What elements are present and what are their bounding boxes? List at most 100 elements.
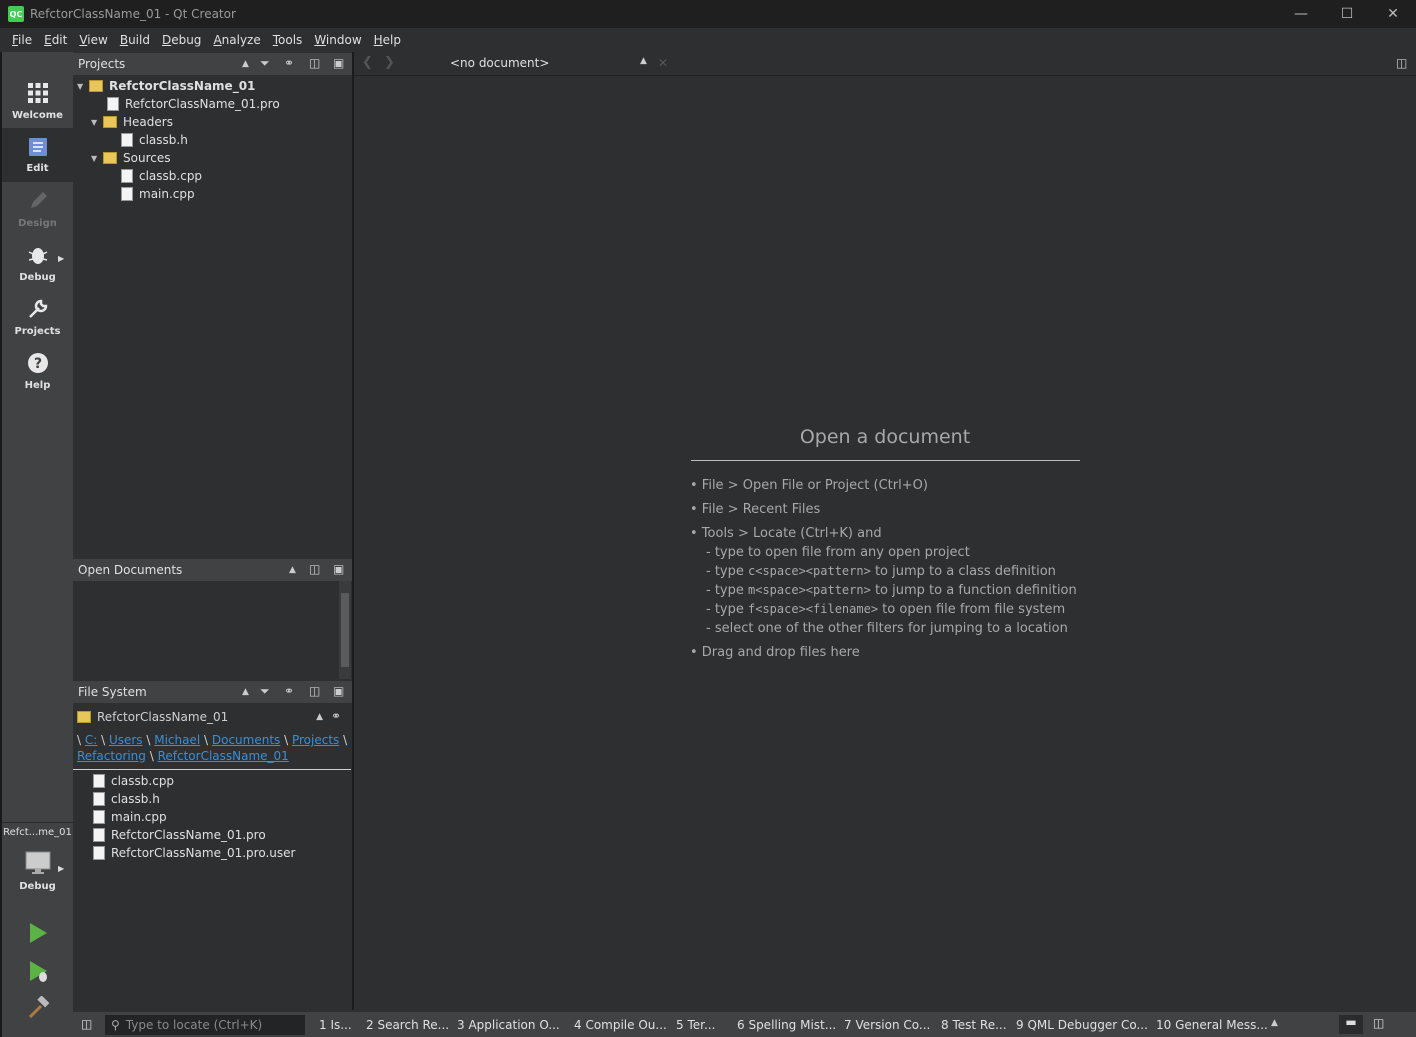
file-system-pane-title[interactable]: File System [78,685,147,699]
toggle-progress-icon[interactable]: ▬ [1339,1015,1363,1034]
fs-file-label: main.cpp [111,810,167,824]
expand-arrow-icon[interactable]: ▼ [91,154,103,163]
tree-file-row[interactable]: classb.cpp [121,167,202,185]
project-root-row[interactable]: ▼ RefctorClassName_01 [77,77,255,95]
run-button[interactable] [28,922,48,947]
mode-welcome[interactable]: Welcome [2,74,73,128]
close-pane-icon[interactable]: ▣ [333,684,344,698]
chevron-updown-icon[interactable]: ▲ [289,565,296,575]
output-pane-general-messages[interactable]: 10 General Mess... [1156,1018,1268,1032]
crumb-refactoring[interactable]: Refactoring [77,749,146,763]
link-icon[interactable]: ⚭ [284,684,294,698]
sources-folder-row[interactable]: ▼ Sources [91,149,170,167]
output-pane-spelling[interactable]: 6 Spelling Mist... [737,1018,836,1032]
open-documents-pane-title[interactable]: Open Documents [78,563,182,577]
split-icon[interactable]: ◫ [309,684,320,698]
toggle-sidebar-icon[interactable]: ◫ [81,1017,92,1031]
document-combo[interactable]: <no document> ▲ [450,56,650,72]
crumb-project[interactable]: RefctorClassName_01 [158,749,289,763]
mode-design[interactable]: Design [2,182,73,236]
headers-folder-row[interactable]: ▼ Headers [91,113,173,131]
fs-file-row[interactable]: RefctorClassName_01.pro [93,826,266,844]
close-pane-icon[interactable]: ▣ [333,562,344,576]
hint-file: - type f<space><filename> to open file f… [706,602,1066,617]
mode-edit[interactable]: Edit [2,128,73,182]
crumb-documents[interactable]: Documents [212,733,280,747]
tree-file-row[interactable]: classb.h [121,131,188,149]
menu-help[interactable]: Help [368,33,407,47]
output-pane-compile-output[interactable]: 4 Compile Ou... [574,1018,667,1032]
crumb-users[interactable]: Users [109,733,143,747]
menu-analyze[interactable]: Analyze [207,33,266,47]
fs-file-row[interactable]: classb.cpp [93,772,174,790]
start-debugging-button[interactable] [28,960,50,987]
tree-file-row[interactable]: main.cpp [121,185,195,203]
toggle-right-sidebar-icon[interactable]: ◫ [1373,1016,1384,1030]
crumb-projects[interactable]: Projects [292,733,339,747]
crumb-drive[interactable]: C: [85,733,97,747]
output-pane-issues[interactable]: 1 Is... [319,1018,352,1032]
svg-text:?: ? [33,356,41,372]
editor-area[interactable]: Open a document • File > Open File or Pr… [354,76,1416,1010]
scrollbar[interactable] [339,581,351,679]
scrollbar-thumb[interactable] [341,593,349,667]
file-system-root-combo[interactable]: RefctorClassName_01 ▲ [77,707,327,727]
hint-locate: • Tools > Locate (Ctrl+K) and [690,526,882,541]
close-window-button[interactable]: ✕ [1370,0,1416,28]
menu-build[interactable]: Build [114,33,156,47]
output-pane-qml-debugger[interactable]: 9 QML Debugger Co... [1016,1018,1148,1032]
close-pane-icon[interactable]: ▣ [333,56,344,70]
hint-filters: - select one of the other filters for ju… [706,621,1068,636]
output-pane-test-results[interactable]: 8 Test Re... [941,1018,1007,1032]
chevron-updown-icon[interactable]: ▲ [242,59,249,69]
menu-view[interactable]: View [73,33,113,47]
output-pane-application-output[interactable]: 3 Application O... [457,1018,560,1032]
link-icon[interactable]: ⚭ [284,56,294,70]
close-document-icon[interactable]: ✕ [658,56,668,70]
menu-tools[interactable]: Tools [267,33,309,47]
link-icon[interactable]: ⚭ [331,709,341,723]
minimize-button[interactable]: — [1278,0,1324,28]
build-button[interactable] [27,995,51,1023]
chevron-updown-icon[interactable]: ▲ [1271,1018,1278,1028]
kit-selector[interactable]: Debug ▶ [2,844,73,898]
fs-file-row[interactable]: main.cpp [93,808,167,826]
project-folder-icon [89,80,103,92]
file-system-panel: RefctorClassName_01 ▲ ⚭ \ C: \ Users \ M… [73,703,352,1010]
projects-pane-title[interactable]: Projects [78,57,125,71]
forward-arrow-icon[interactable]: ❯ [384,55,395,70]
split-icon[interactable]: ◫ [309,562,320,576]
pro-file-row[interactable]: RefctorClassName_01.pro [107,95,280,113]
fs-file-row[interactable]: RefctorClassName_01.pro.user [93,844,295,862]
crumb-michael[interactable]: Michael [154,733,200,747]
qt-project-file-icon [93,828,105,842]
sources-folder-icon [103,152,117,164]
kit-project-label: Refct...me_01 [3,827,72,838]
mode-help[interactable]: ? Help [2,344,73,398]
menu-window[interactable]: Window [308,33,367,47]
expand-arrow-icon[interactable]: ▼ [91,118,103,127]
mode-projects[interactable]: Projects [2,290,73,344]
split-icon[interactable]: ◫ [309,56,320,70]
mode-welcome-label: Welcome [12,109,63,121]
menu-file[interactable]: File [6,33,38,47]
bug-icon [28,247,47,264]
menu-debug[interactable]: Debug [156,33,207,47]
fs-file-row[interactable]: classb.h [93,790,160,808]
filter-icon[interactable]: ⏷ [260,684,270,699]
menu-edit[interactable]: Edit [38,33,73,47]
back-arrow-icon[interactable]: ❮ [362,55,373,70]
output-pane-terminal[interactable]: 5 Ter... [676,1018,715,1032]
hammer-icon [28,995,50,1019]
filter-icon[interactable]: ⏷ [260,56,270,71]
chevron-updown-icon[interactable]: ▲ [242,687,249,697]
output-pane-search-results[interactable]: 2 Search Re... [366,1018,449,1032]
locator-input[interactable]: ⚲ Type to locate (Ctrl+K) [105,1015,305,1035]
menu-bar: File Edit View Build Debug Analyze Tools… [0,28,1416,52]
output-pane-version-control[interactable]: 7 Version Co... [844,1018,930,1032]
split-icon[interactable]: ◫ [1396,56,1407,70]
document-combo-label: <no document> [450,56,550,70]
mode-debug[interactable]: Debug ▶ [2,236,73,290]
maximize-button[interactable]: ☐ [1324,0,1370,28]
expand-arrow-icon[interactable]: ▼ [77,82,89,91]
